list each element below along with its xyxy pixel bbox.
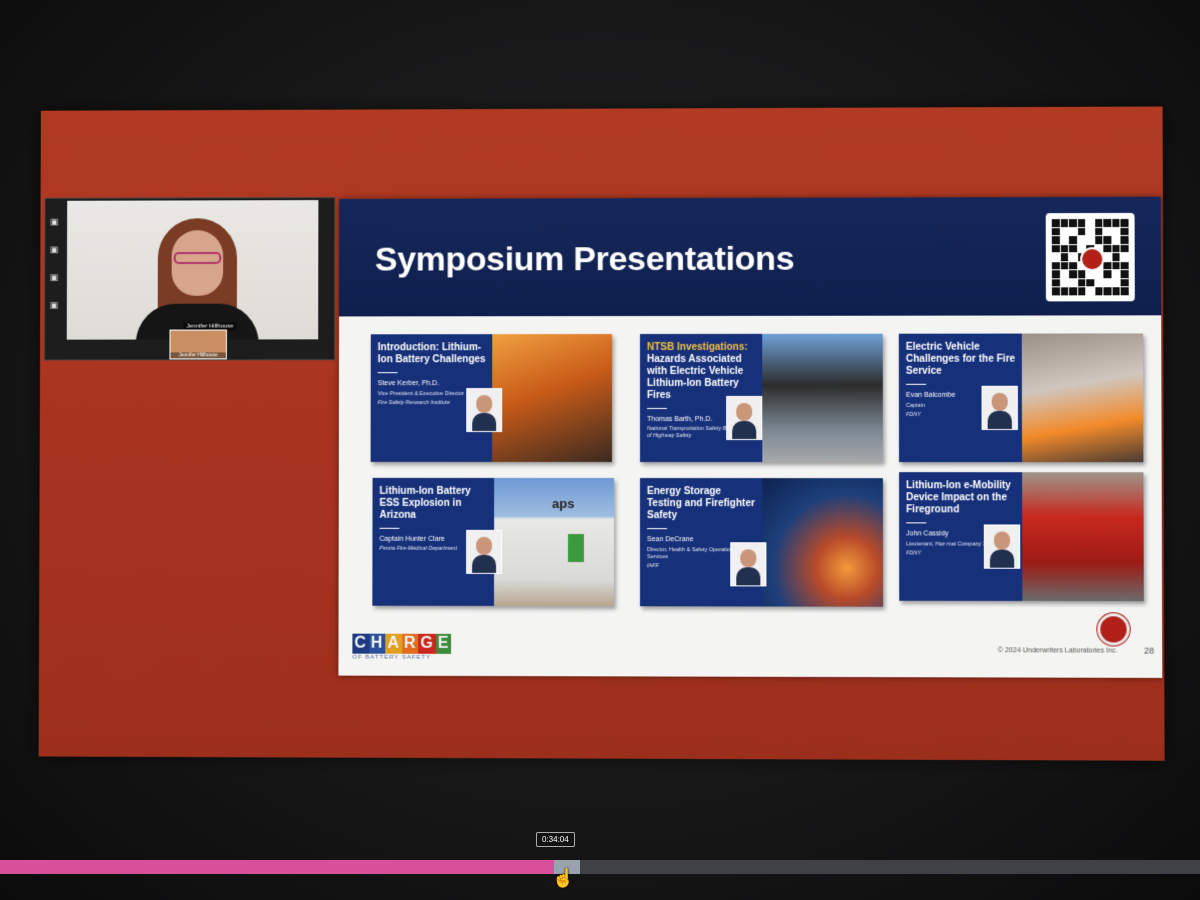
progress-bar[interactable] [0, 860, 1200, 874]
speaker-headshot [983, 524, 1021, 569]
qr-code [1045, 212, 1135, 302]
aps-logo: aps [551, 495, 575, 512]
time-tooltip: 0:34:04 [536, 832, 575, 847]
mouse-cursor-icon: ☝ [552, 868, 575, 888]
presentation-card[interactable]: NTSB Investigations: Hazards Associated … [640, 333, 883, 463]
settings-icon[interactable]: ▣ [49, 300, 59, 310]
presentation-frame: ▣ ▣ ▣ ▣ Jennifer Hillhouse Jennifer Hill… [38, 106, 1165, 761]
battery-test-photo [762, 478, 884, 607]
card-title: NTSB Investigations: Hazards Associated … [647, 341, 748, 401]
presentation-card[interactable]: Energy Storage Testing and Firefighter S… [640, 478, 884, 607]
slide-header: Symposium Presentations [339, 196, 1162, 317]
speaker-headshot [466, 529, 503, 574]
mic-icon[interactable]: ▣ [49, 217, 59, 227]
vehicle-fire-photo [762, 333, 883, 463]
presentation-card[interactable]: Introduction: Lithium-Ion Battery Challe… [370, 334, 613, 463]
charge-logo-letter: G [418, 633, 436, 654]
charge-logo-letter: H [368, 633, 386, 654]
self-view-label: Jennifer Hillhouse [170, 352, 226, 359]
speaker-headshot [726, 395, 763, 441]
charge-logo-sub: OF BATTERY SAFETY [352, 654, 432, 661]
self-view-thumbnail[interactable]: Jennifer Hillhouse [169, 329, 227, 360]
slide-title: Symposium Presentations [374, 239, 795, 279]
firefighter-photo [492, 334, 613, 463]
page-number: 28 [1143, 645, 1155, 656]
charge-logo-letter: E [435, 633, 452, 654]
webcam-controls: ▣ ▣ ▣ ▣ [47, 217, 61, 328]
charge-logo: CHARGE OF BATTERY SAFETY [352, 633, 452, 661]
speaker-name: Steve Kerber, Ph.D. [377, 380, 440, 388]
speaker-headshot [730, 542, 767, 587]
progress-fill [0, 860, 555, 874]
copyright-text: © 2024 Underwriters Laboratories Inc. [997, 647, 1118, 655]
card-title: Energy Storage Testing and Firefighter S… [647, 486, 755, 522]
camera-icon[interactable]: ▣ [49, 244, 59, 254]
card-title: Lithium-Ion e-Mobility Device Impact on … [906, 480, 1011, 516]
presentation-card[interactable]: Electric Vehicle Challenges for the Fire… [898, 333, 1144, 463]
share-icon[interactable]: ▣ [49, 272, 59, 282]
fsri-seal-icon [1097, 613, 1130, 646]
speaker-headshot [981, 385, 1018, 430]
charge-logo-letter: A [385, 633, 402, 654]
webcam-tile[interactable]: ▣ ▣ ▣ ▣ Jennifer Hillhouse Jennifer Hill… [43, 197, 336, 361]
webcam-video: Jennifer Hillhouse [66, 200, 319, 340]
presentation-card[interactable]: Lithium-Ion e-Mobility Device Impact on … [899, 472, 1144, 602]
fire-truck-photo [1022, 472, 1144, 602]
card-title: Introduction: Lithium-Ion Battery Challe… [377, 342, 486, 366]
charge-logo-letter: R [401, 633, 419, 654]
qr-seal-icon [1080, 247, 1105, 272]
charge-logo-letter: C [352, 633, 369, 654]
slide: Symposium Presentations Introduction: Li… [338, 196, 1163, 678]
ess-building-photo: aps [494, 477, 614, 607]
presenter-glasses [173, 251, 222, 265]
presentation-card[interactable]: Lithium-Ion Battery ESS Explosion in Ari… [372, 477, 614, 607]
house-fire-photo [1021, 333, 1144, 463]
speaker-headshot [466, 388, 503, 433]
card-title: Electric Vehicle Challenges for the Fire… [905, 341, 1016, 377]
presentation-cards: Introduction: Lithium-Ion Battery Challe… [370, 333, 1144, 611]
charge-logo-main: CHARGE [352, 633, 452, 654]
card-title: Lithium-Ion Battery ESS Explosion in Ari… [379, 485, 471, 521]
